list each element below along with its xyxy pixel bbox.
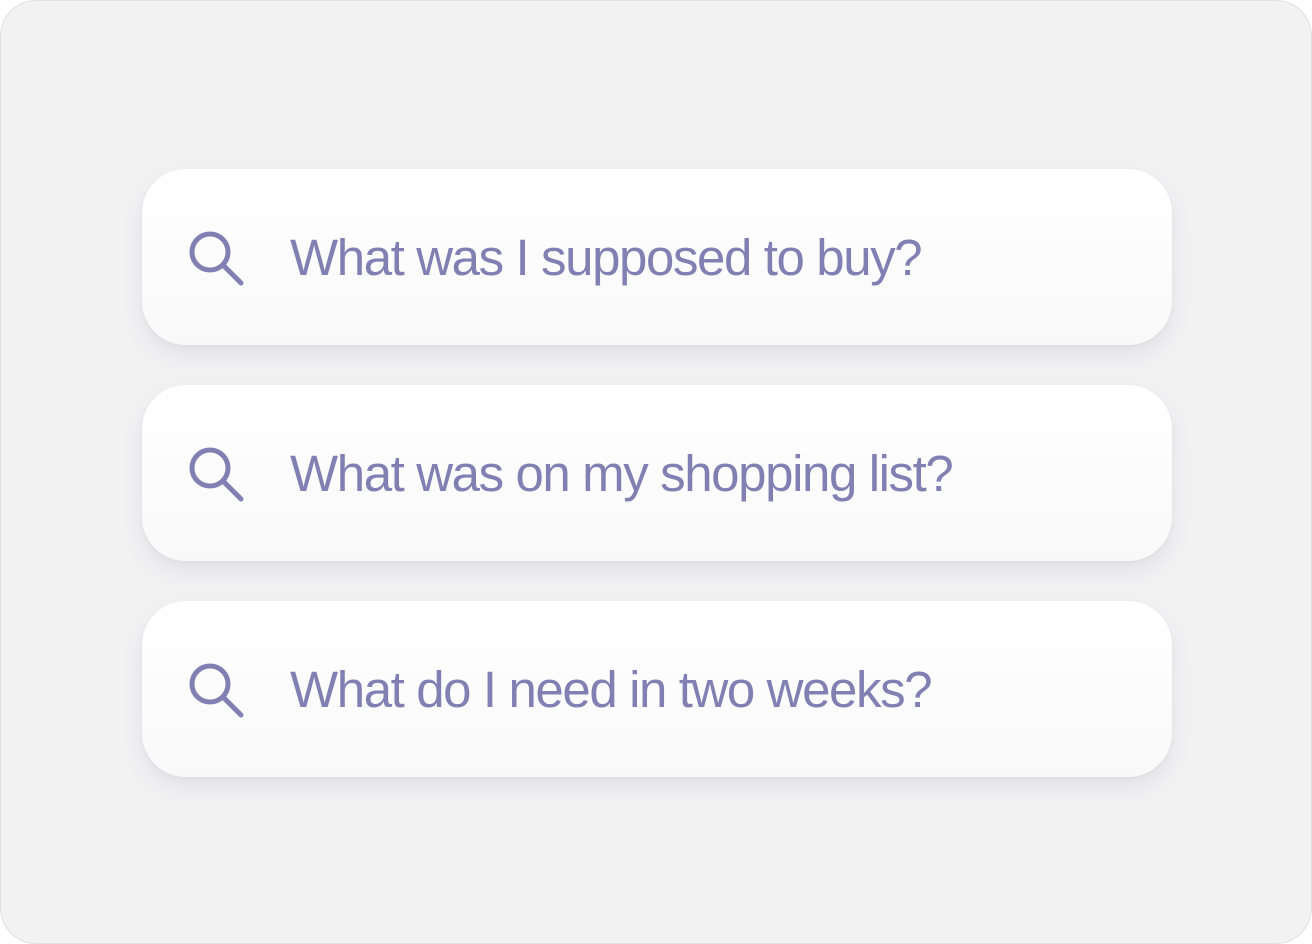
- card-frame: What was I supposed to buy? What was on …: [0, 0, 1312, 944]
- search-icon: [186, 660, 244, 718]
- search-suggestion-2[interactable]: What was on my shopping list?: [142, 385, 1172, 561]
- search-query-text: What do I need in two weeks?: [290, 660, 933, 718]
- search-suggestion-3[interactable]: What do I need in two weeks?: [142, 601, 1172, 777]
- search-query-text: What was on my shopping list?: [290, 444, 954, 502]
- search-suggestion-list: What was I supposed to buy? What was on …: [142, 169, 1172, 777]
- search-query-text: What was I supposed to buy?: [290, 228, 923, 286]
- search-icon: [186, 228, 244, 286]
- search-icon: [186, 444, 244, 502]
- search-suggestion-1[interactable]: What was I supposed to buy?: [142, 169, 1172, 345]
